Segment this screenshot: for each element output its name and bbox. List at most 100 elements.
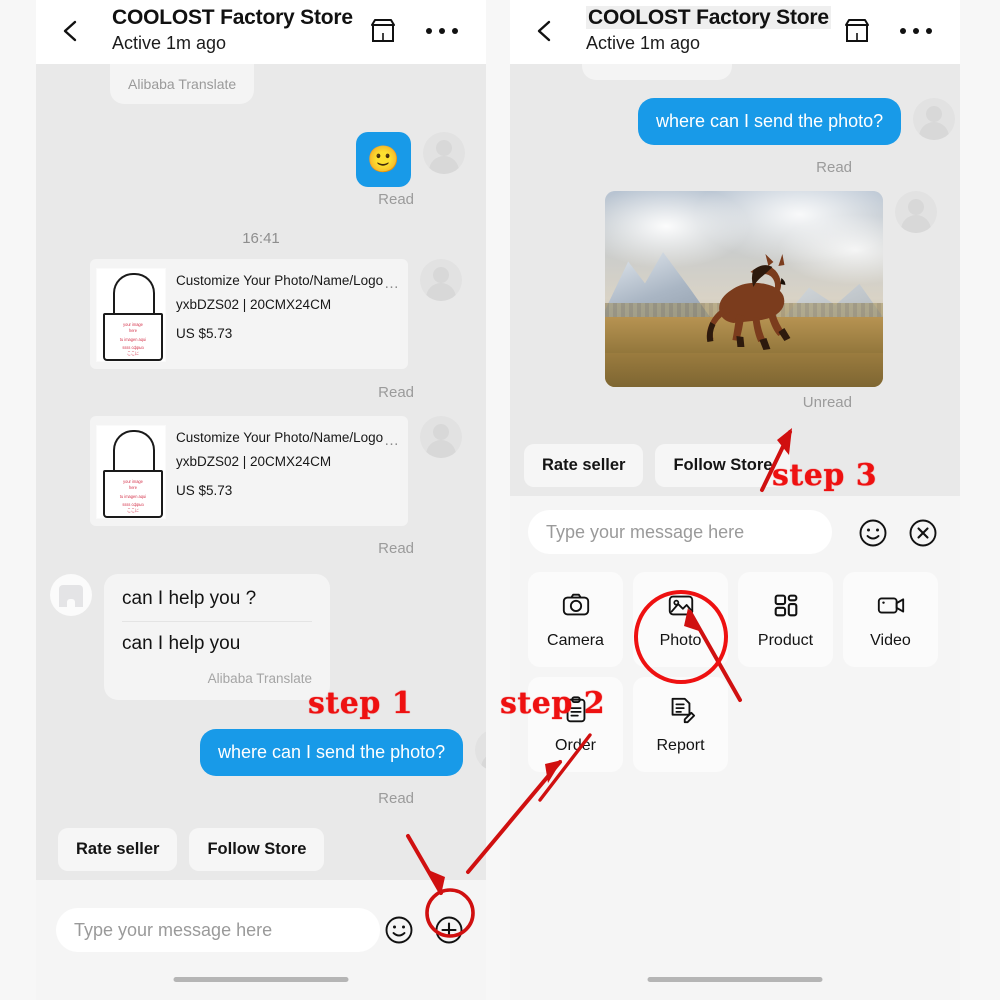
chat-header-right: COOLOST Factory Store Active 1m ago (510, 0, 960, 64)
smiley-face-icon[interactable] (384, 915, 414, 945)
avatar (475, 729, 486, 771)
attachment-label: Report (656, 736, 705, 754)
avatar (420, 416, 462, 458)
home-indicator (647, 977, 823, 982)
close-circle-icon[interactable] (908, 518, 938, 548)
attachment-label: Video (870, 631, 911, 649)
attachment-label: Camera (547, 631, 604, 649)
video-icon (877, 597, 904, 613)
message-status: Read (378, 384, 414, 401)
product-title: Customize Your Photo/Name/Logo (176, 273, 384, 288)
step2-label: step 2 (500, 686, 606, 721)
horse-illustration (707, 253, 791, 350)
product-card-row: your image here tu imagen aqui ssss сфры… (90, 416, 462, 526)
product-thumbnail: your image here tu imagen aqui ssss сфры… (96, 425, 166, 519)
product-more-icon[interactable]: … (384, 275, 400, 292)
image-icon (668, 595, 693, 615)
alibaba-translate-label: Alibaba Translate (110, 64, 255, 104)
composer-right: Type your message here Camera Photo Prod… (510, 496, 960, 1000)
follow-store-button[interactable]: Follow Store (655, 444, 791, 487)
store-activity-status: Active 1m ago (586, 33, 701, 53)
more-options-icon[interactable] (900, 18, 932, 44)
product-card[interactable]: your image here tu imagen aqui ssss сфры… (90, 259, 408, 369)
timestamp: 16:41 (242, 230, 280, 247)
bag-text-line: here (128, 327, 137, 334)
step1-label: step 1 (308, 686, 414, 721)
message-status: Read (378, 540, 414, 557)
product-info: Customize Your Photo/Name/Logo yxbDZS02 … (166, 259, 408, 369)
attachment-video[interactable]: Video (843, 572, 938, 667)
rate-seller-button[interactable]: Rate seller (524, 444, 644, 487)
chat-panel-right: COOLOST Factory Store Active 1m ago wher… (510, 0, 960, 1000)
attachment-report[interactable]: Report (633, 677, 728, 772)
bag-text-line: tu imagen aqui (119, 493, 147, 500)
header-titles: COOLOST Factory Store Active 1m ago (112, 6, 353, 54)
attachment-camera[interactable]: Camera (528, 572, 623, 667)
emoji-message-row: 🙂 (356, 132, 465, 187)
camera-icon (562, 593, 589, 615)
quick-action-chips: Rate seller Follow Store (58, 828, 325, 871)
back-icon[interactable] (532, 16, 558, 46)
avatar (50, 574, 92, 616)
user-message-bubble[interactable]: where can I send the photo? (638, 98, 902, 145)
plus-circle-icon[interactable] (434, 915, 464, 945)
message-status: Read (378, 790, 414, 807)
rate-seller-button[interactable]: Rate seller (58, 828, 178, 871)
storefront-icon[interactable] (842, 16, 872, 46)
follow-store-button[interactable]: Follow Store (189, 828, 325, 871)
message-input[interactable]: Type your message here (56, 908, 380, 952)
translate-chip-top: Alibaba Translate (110, 64, 255, 104)
home-indicator (173, 977, 349, 982)
avatar (895, 191, 937, 233)
storefront-icon[interactable] (368, 16, 398, 46)
product-variant: yxbDZS02 | 20CMX24CM (176, 454, 332, 469)
composer-left: Type your message here (36, 880, 486, 1000)
avatar (913, 98, 956, 140)
avatar (420, 259, 462, 301)
message-list-right[interactable]: where can I send the photo? Read Unread … (510, 64, 960, 1000)
product-card-row: your image here tu imagen aqui ssss сфры… (90, 259, 462, 369)
bag-text-line: tu imagen aqui (119, 336, 147, 343)
chat-panel-left: COOLOST Factory Store Active 1m ago Alib… (36, 0, 486, 1000)
product-icon (774, 594, 797, 616)
report-icon (671, 697, 695, 723)
more-options-icon[interactable] (426, 18, 458, 44)
seller-message-bubble[interactable]: can I help you ? can I help you Alibaba … (104, 574, 330, 700)
product-price: US $5.73 (176, 326, 233, 341)
chat-header-left: COOLOST Factory Store Active 1m ago (36, 0, 486, 64)
seller-message-line-1: can I help you ? (122, 588, 257, 609)
message-list-left[interactable]: Alibaba Translate 🙂 Read 16:41 your imag… (36, 64, 486, 1000)
screenshot-stage: COOLOST Factory Store Active 1m ago Alib… (0, 0, 1000, 1000)
user-message-bubble[interactable]: where can I send the photo? (200, 729, 464, 776)
message-input[interactable]: Type your message here (528, 510, 832, 554)
alibaba-translate-label: Alibaba Translate (207, 671, 312, 686)
attachment-label: Photo (659, 631, 702, 649)
product-card[interactable]: your image here tu imagen aqui ssss сфры… (90, 416, 408, 526)
seller-message-line-2: can I help you (122, 633, 241, 654)
avatar (423, 132, 465, 174)
bag-text-line: ここに (127, 507, 139, 514)
message-status: Read (378, 191, 414, 208)
quick-action-chips: Rate seller Follow Store (524, 444, 791, 487)
product-thumbnail: your image here tu imagen aqui ssss сфры… (96, 268, 166, 362)
store-activity-status: Active 1m ago (112, 33, 227, 53)
bag-text-line: here (128, 484, 137, 491)
page-title: COOLOST Factory Store (586, 6, 831, 30)
product-price: US $5.73 (176, 483, 233, 498)
photo-message-row (605, 191, 937, 387)
user-message-row: where can I send the photo? (638, 98, 956, 145)
attachment-product[interactable]: Product (738, 572, 833, 667)
product-info: Customize Your Photo/Name/Logo yxbDZS02 … (166, 416, 408, 526)
user-message-row: where can I send the photo? (200, 729, 486, 776)
attachment-label: Order (555, 736, 596, 754)
attachment-photo[interactable]: Photo (633, 572, 728, 667)
header-titles: COOLOST Factory Store Active 1m ago (586, 6, 831, 54)
smiley-face-icon[interactable] (858, 518, 888, 548)
photo-message-bubble[interactable] (605, 191, 883, 387)
emoji-message-bubble[interactable]: 🙂 (356, 132, 411, 187)
back-icon[interactable] (58, 16, 84, 46)
product-more-icon[interactable]: … (384, 432, 400, 449)
attachment-grid: Camera Photo Product Video Order Report (528, 572, 938, 772)
attachment-label: Product (757, 631, 814, 649)
message-status: Unread (802, 394, 852, 411)
